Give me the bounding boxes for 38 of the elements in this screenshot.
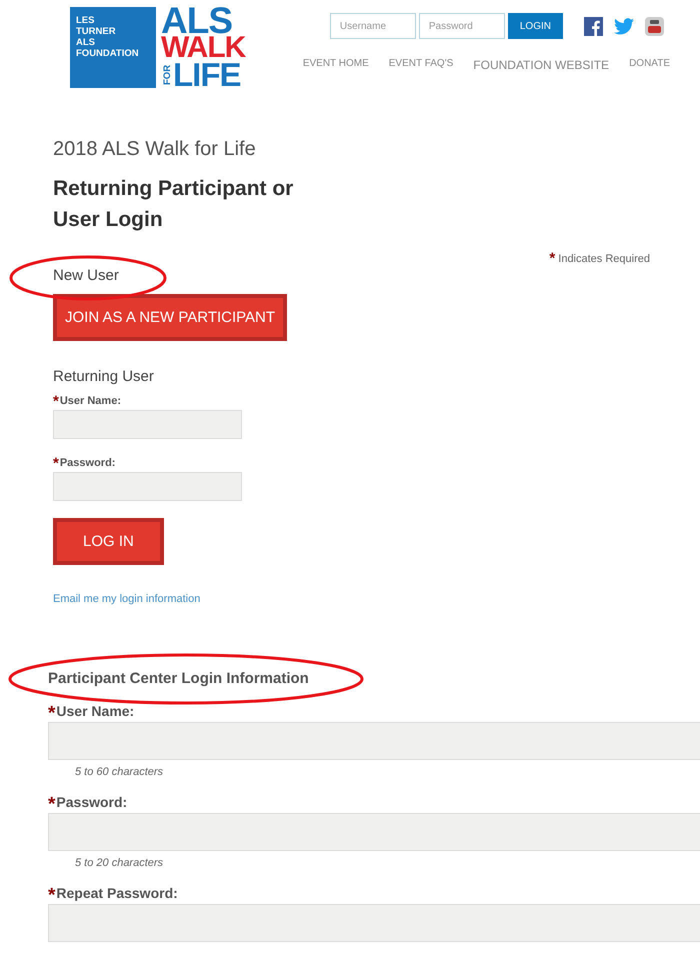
input-field[interactable]: [48, 813, 700, 851]
required-note: Indicates Required: [558, 253, 650, 265]
required-mark: *: [53, 397, 59, 407]
page-title: 2018 ALS Walk for Life: [53, 138, 257, 161]
nav-link[interactable]: FOUNDATION WEBSITE: [473, 58, 610, 72]
field-label: Password:: [56, 794, 128, 810]
field-hint: 5 to 60 characters: [75, 766, 164, 778]
input-field[interactable]: [48, 722, 700, 760]
field-label: Password:: [60, 457, 116, 469]
section-label: New User: [53, 267, 119, 284]
bird-icon[interactable]: [614, 18, 634, 34]
logo-text: LES TURNER ALS FOUNDATION: [76, 15, 140, 59]
field-hint: 5 to 20 characters: [75, 857, 164, 869]
input-field[interactable]: [53, 410, 242, 439]
required-mark: *: [549, 254, 556, 264]
page-heading: Returning Participant or User Login: [53, 176, 294, 233]
section-heading: Participant Center Login Information: [48, 670, 309, 687]
logo-word: FOR: [161, 64, 171, 86]
logo-word: LIFE: [173, 61, 240, 88]
required-mark: *: [53, 459, 59, 469]
login-button[interactable]: LOG IN: [53, 518, 164, 565]
nav-link[interactable]: EVENT HOME: [302, 58, 369, 72]
email-login-link[interactable]: Email me my login information: [53, 593, 200, 605]
nav-link[interactable]: DONATE: [629, 58, 670, 72]
nav-link[interactable]: EVENT FAQ'S: [388, 58, 454, 72]
login-button[interactable]: LOGIN: [508, 13, 563, 39]
section-label: Returning User: [53, 368, 155, 385]
logo-word: WALK: [161, 34, 246, 61]
field-label: User Name:: [60, 395, 121, 407]
input-field[interactable]: [48, 904, 700, 942]
facebook-icon[interactable]: [584, 16, 603, 36]
field-label: Repeat Password:: [56, 885, 178, 901]
join-button[interactable]: JOIN AS A NEW PARTICIPANT: [53, 294, 288, 341]
field-label: User Name:: [56, 703, 134, 719]
password-field[interactable]: Password: [418, 13, 505, 39]
username-field[interactable]: Username: [330, 13, 416, 39]
input-field[interactable]: [53, 472, 242, 501]
logo-word: ALS: [161, 7, 232, 34]
